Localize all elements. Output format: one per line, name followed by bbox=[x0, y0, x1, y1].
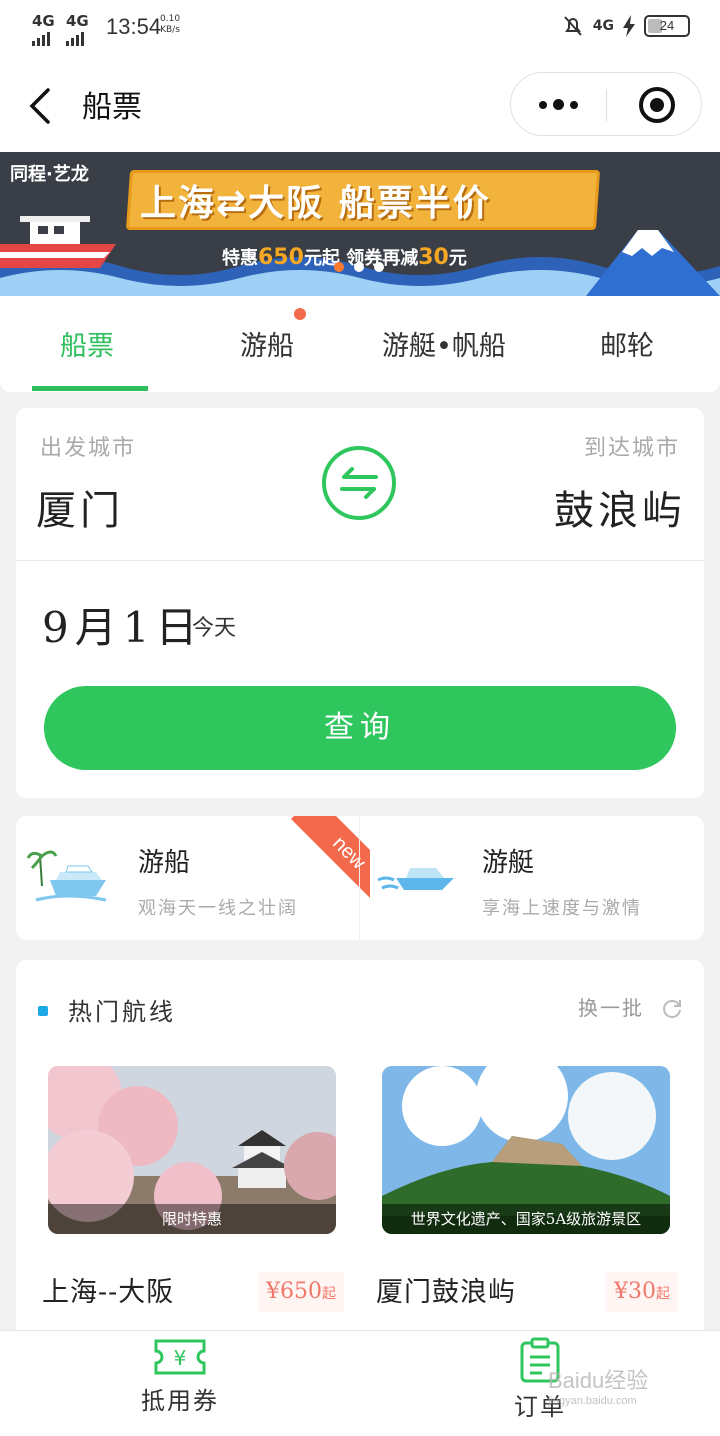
charging-icon bbox=[623, 15, 635, 37]
departure-date[interactable]: 9月1日 bbox=[42, 594, 203, 655]
coupon-label: 抵用券 bbox=[141, 1387, 219, 1415]
route-image-xiamen-gulangyu[interactable]: 世界文化遗产、国家5A级旅游景区 bbox=[382, 1066, 670, 1234]
feature-divider bbox=[359, 816, 360, 940]
refresh-icon[interactable] bbox=[660, 996, 684, 1020]
active-tab-indicator bbox=[32, 386, 148, 391]
banner-sub-price: 650 bbox=[258, 245, 304, 270]
tab-cruise-boat[interactable]: 游船 bbox=[240, 324, 294, 363]
banner-sub-prefix: 特惠 bbox=[222, 248, 258, 269]
feature-yacht-title[interactable]: 游艇 bbox=[482, 842, 534, 879]
to-city-label: 到达城市 bbox=[583, 436, 680, 461]
back-arrow-icon[interactable] bbox=[24, 86, 58, 126]
refresh-button[interactable]: 换一批 bbox=[578, 992, 644, 1021]
nav-bar: 船票 bbox=[0, 56, 720, 152]
price-value: ¥650 bbox=[266, 1279, 322, 1304]
clock: 13:54 bbox=[106, 14, 162, 39]
route-caption: 限时特惠 bbox=[48, 1204, 336, 1234]
price-value: ¥30 bbox=[614, 1279, 656, 1304]
new-badge: new bbox=[274, 816, 370, 912]
network-speed: 0.10 KB/s bbox=[160, 14, 180, 36]
route-name-shanghai-osaka[interactable]: 上海--大阪 bbox=[42, 1270, 174, 1309]
from-city-label: 出发城市 bbox=[40, 436, 137, 461]
feature-cards: 游船 观海天一线之壮阔 new 游艇 享海上速度与激情 bbox=[16, 816, 704, 940]
banner-sub-suffix: 元 bbox=[448, 248, 467, 269]
feature-yacht-subtitle: 享海上速度与激情 bbox=[482, 898, 642, 919]
bottom-bar: ¥ 抵用券 订单 Baidu经验 jingyan.baidu.com bbox=[0, 1330, 720, 1436]
coupon-button[interactable]: ¥ 抵用券 bbox=[80, 1337, 280, 1416]
cruise-ship-icon bbox=[26, 850, 107, 902]
carousel-indicator[interactable] bbox=[334, 262, 384, 272]
promo-banner[interactable]: 同程·艺龙 上海⇄大阪 船票半价 特惠650元起 领券再减30元 bbox=[0, 152, 720, 296]
price-suffix: 起 bbox=[656, 1286, 670, 1302]
to-city[interactable]: 鼓浪屿 bbox=[554, 478, 686, 536]
baidu-watermark: Baidu经验 jingyan.baidu.com bbox=[548, 1363, 648, 1407]
speed-unit: KB/s bbox=[160, 25, 180, 35]
mini-program-capsule bbox=[510, 72, 702, 136]
speedboat-icon bbox=[377, 868, 454, 890]
status-bar: 4G 4G 13:54 0.10 KB/s 4G 24 bbox=[0, 0, 720, 56]
route-price: ¥650起 bbox=[258, 1272, 344, 1312]
from-city[interactable]: 厦门 bbox=[36, 478, 124, 536]
banner-headline: 上海⇄大阪 船票半价 bbox=[140, 183, 491, 224]
tab-cruise-ship[interactable]: 邮轮 bbox=[600, 324, 654, 363]
watermark-text: Baidu经验 bbox=[548, 1368, 649, 1393]
tab-ferry-ticket[interactable]: 船票 bbox=[60, 324, 114, 363]
banner-brand: 同程·艺龙 bbox=[10, 164, 89, 185]
signal-indicator-1: 4G bbox=[32, 12, 55, 46]
notification-dot bbox=[294, 308, 306, 320]
section-marker bbox=[38, 1006, 48, 1016]
search-divider bbox=[16, 560, 704, 561]
signal-label: 4G bbox=[66, 12, 89, 30]
date-note: 今天 bbox=[192, 616, 237, 641]
ship-illustration bbox=[0, 216, 116, 268]
page-title: 船票 bbox=[82, 90, 142, 125]
more-menu-icon[interactable] bbox=[539, 99, 578, 110]
capsule-divider bbox=[606, 89, 607, 121]
price-suffix: 起 bbox=[322, 1286, 336, 1302]
query-button[interactable]: 查询 bbox=[44, 686, 676, 770]
close-target-icon[interactable] bbox=[639, 87, 675, 123]
signal-label: 4G bbox=[32, 12, 55, 30]
speed-value: 0.10 bbox=[160, 14, 181, 24]
status-icons: 4G 24 bbox=[561, 14, 690, 38]
tab-yacht-sailboat[interactable]: 游艇•帆船 bbox=[382, 324, 506, 363]
route-caption: 世界文化遗产、国家5A级旅游景区 bbox=[382, 1204, 670, 1234]
battery-level: 24 bbox=[659, 18, 675, 33]
swap-cities-icon[interactable] bbox=[320, 444, 398, 522]
hot-routes-title: 热门航线 bbox=[68, 998, 176, 1026]
banner-sub-discount: 30 bbox=[418, 245, 449, 270]
svg-text:¥: ¥ bbox=[174, 1346, 187, 1370]
coupon-ticket-icon: ¥ bbox=[154, 1339, 206, 1375]
route-name-xiamen-gulangyu[interactable]: 厦门鼓浪屿 bbox=[376, 1270, 516, 1309]
route-price: ¥30起 bbox=[606, 1272, 678, 1312]
category-tabs: 船票 游船 游艇•帆船 邮轮 bbox=[0, 296, 720, 392]
battery-icon: 24 bbox=[644, 15, 690, 37]
feature-cruise-title[interactable]: 游船 bbox=[138, 842, 190, 879]
route-image-shanghai-osaka[interactable]: 限时特惠 bbox=[48, 1066, 336, 1234]
watermark-url: jingyan.baidu.com bbox=[548, 1395, 637, 1407]
mute-bell-icon bbox=[564, 16, 582, 36]
network-type: 4G bbox=[592, 18, 614, 34]
search-card: 出发城市 到达城市 厦门 鼓浪屿 9月1日 今天 查询 bbox=[16, 408, 704, 798]
signal-indicator-2: 4G bbox=[66, 12, 89, 46]
mountain-illustration bbox=[586, 230, 720, 296]
